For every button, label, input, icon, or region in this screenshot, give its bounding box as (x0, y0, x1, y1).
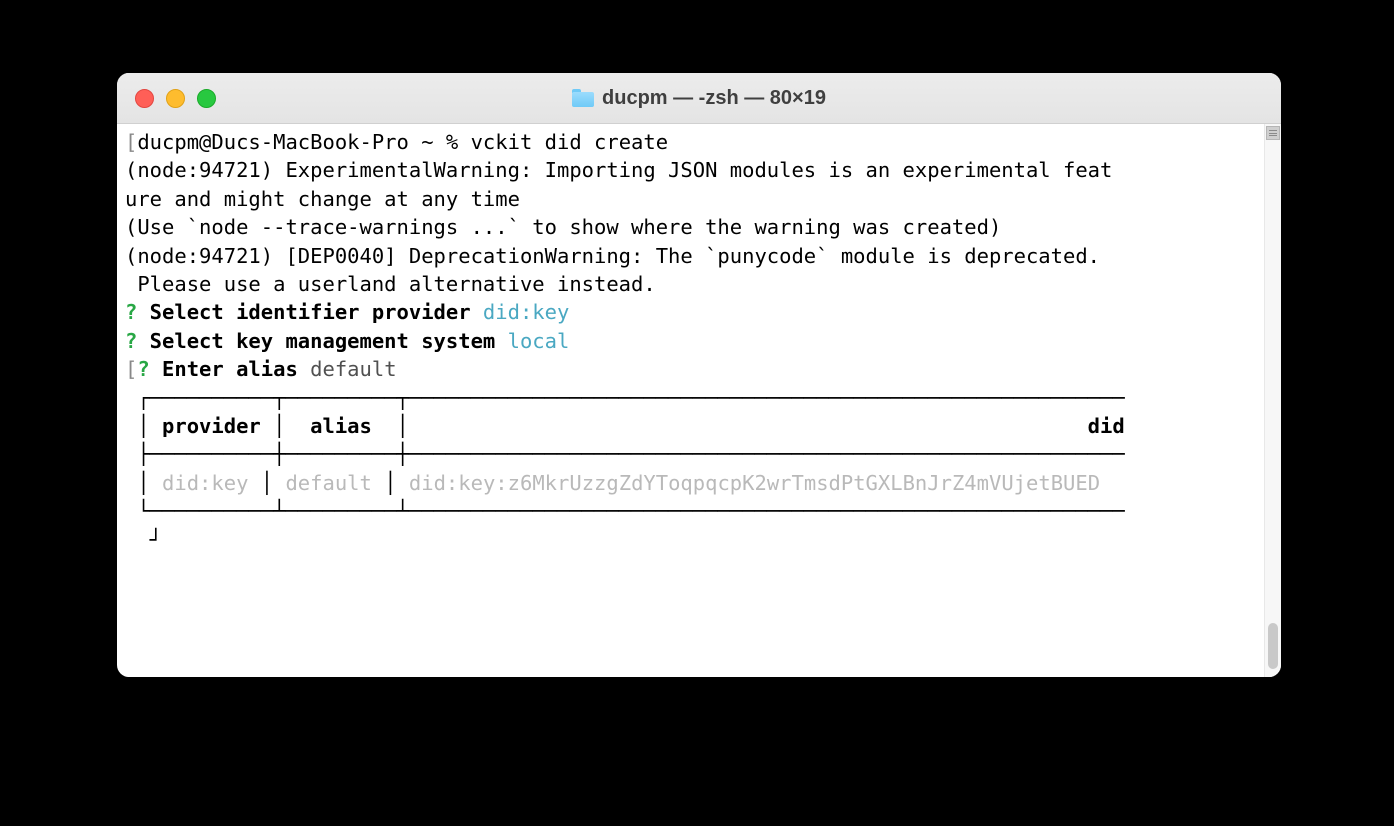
content-area: [ducpm@Ducs-MacBook-Pro ~ % vckit did cr… (117, 124, 1281, 677)
shell-prompt: ducpm@Ducs-MacBook-Pro ~ % (137, 130, 470, 154)
table-row-left: │ (125, 471, 162, 495)
table-border-mid: ├──────────┼─────────┼──────────────────… (125, 442, 1125, 466)
warning-line-1b: ure and might change at any time (125, 187, 520, 211)
close-button[interactable] (135, 89, 154, 108)
scrollbar-track[interactable] (1264, 124, 1281, 677)
prompt-label-provider: Select identifier provider (137, 300, 483, 324)
warning-line-3a: (node:94721) [DEP0040] DeprecationWarnin… (125, 244, 1100, 268)
traffic-lights (135, 89, 216, 108)
minimize-button[interactable] (166, 89, 185, 108)
table-tail: ┘ (125, 528, 162, 552)
table-cell-provider: did:key (162, 471, 248, 495)
prompt-question-mark-1: ? (125, 300, 137, 324)
warning-line-3b: Please use a userland alternative instea… (125, 272, 656, 296)
table-header-row: │ provider │ alias │ did (125, 414, 1125, 438)
prompt-answer-kms: local (508, 329, 570, 353)
prompt-answer-alias: default (310, 357, 396, 381)
command-text: vckit did create (471, 130, 668, 154)
scrollbar-thumb[interactable] (1268, 623, 1278, 669)
folder-icon (572, 89, 594, 107)
prompt-open-bracket: [ (125, 130, 137, 154)
terminal-window: ducpm — -zsh — 80×19 [ducpm@Ducs-MacBook… (117, 73, 1281, 677)
warning-line-2: (Use `node --trace-warnings ...` to show… (125, 215, 1001, 239)
terminal-output[interactable]: [ducpm@Ducs-MacBook-Pro ~ % vckit did cr… (117, 124, 1264, 677)
table-cell-alias: default (285, 471, 371, 495)
prompt-question-mark-2: ? (125, 329, 137, 353)
table-cell-did: did:key:z6MkrUzzgZdYToqpqcpK2wrTmsdPtGXL… (409, 471, 1100, 495)
prompt-answer-provider: did:key (483, 300, 569, 324)
prompt-question-mark-3: ? (137, 357, 149, 381)
window-title: ducpm — -zsh — 80×19 (117, 87, 1281, 110)
window-title-text: ducpm — -zsh — 80×19 (602, 87, 826, 110)
table-border-bottom: └──────────┴─────────┴──────────────────… (125, 499, 1125, 523)
prompt-open-bracket-2: [ (125, 357, 137, 381)
scroll-marker-icon[interactable] (1266, 126, 1280, 140)
prompt-label-alias: Enter alias (150, 357, 310, 381)
table-sep-1: │ (248, 471, 285, 495)
table-border-top: ┌──────────┬─────────┬──────────────────… (125, 386, 1125, 410)
titlebar: ducpm — -zsh — 80×19 (117, 73, 1281, 124)
warning-line-1a: (node:94721) ExperimentalWarning: Import… (125, 158, 1112, 182)
zoom-button[interactable] (197, 89, 216, 108)
prompt-label-kms: Select key management system (137, 329, 507, 353)
table-sep-2: │ (372, 471, 409, 495)
